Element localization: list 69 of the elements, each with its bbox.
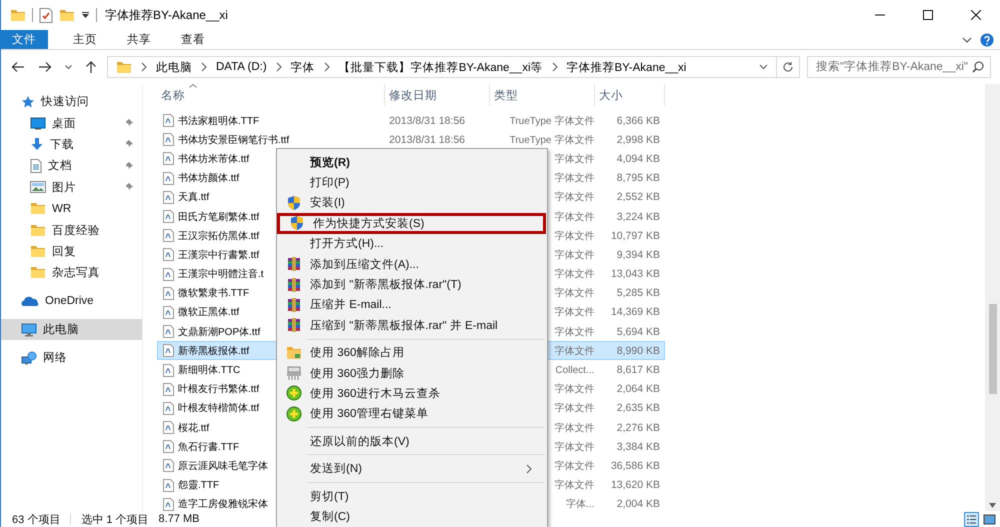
file-type: 字体文件 [554,307,594,318]
modified-date: 2013/8/31 18:56 [389,134,465,146]
file-name: 书体坊颜体.ttf [178,172,240,186]
file-name: 新蒂黑板报体.ttf [178,344,250,358]
file-size: 3,224 KB [616,210,660,223]
file-type: 字体文件 [554,230,594,242]
file-size: 8,795 KB [616,172,660,184]
file-type: 字体文件 [554,192,594,204]
file-type: 字体文件 [554,480,594,492]
file-size: 2,276 KB [616,422,660,434]
file-size: 13,043 KB [610,268,660,280]
file-size: 8,617 KB [616,364,660,376]
file-size: 3,384 KB [616,440,660,453]
file-type: 字体文件 [554,384,594,396]
file-name: 田氏方笔刷繁体.ttf [178,210,260,224]
file-name: 书法家粗明体.TTF [178,114,260,128]
file-size: 2,004 KB [616,498,660,510]
file-size: 14,369 KB [610,306,660,318]
file-type: 字体文件 [554,288,594,300]
file-name: 王漢宗中行書繁.ttf [178,248,260,262]
window-title: 字体推荐BY-Akane__xi [105,6,228,24]
file-size: 2,064 KB [616,383,660,396]
file-size: 8,990 KB [616,344,660,357]
file-size: 2,998 KB [616,134,660,146]
file-type: Collect... [555,364,594,376]
file-size: 2,552 KB [616,191,660,204]
file-type: 字体文件 [554,173,594,184]
file-size: 36,586 KB [610,460,660,472]
file-type: 字体文件 [554,346,594,357]
file-name: 文鼎新潮POP体.ttf [178,326,260,339]
file-name: 王漢宗中明體注音.t [178,268,264,282]
file-name: 微软正黑体.ttf [178,306,240,320]
file-type: 字体文件 [554,326,594,338]
modified-date: 2013/8/31 18:56 [389,114,465,127]
file-name: 书体坊米芾体.ttf [178,152,250,166]
file-type: 字体文件 [554,403,594,414]
file-type: 字体... [566,499,594,510]
file-name: 桜花.ttf [178,422,210,435]
file-size: 13,620 KB [610,479,660,492]
file-name: 微软繁隶书.TTF [178,286,250,300]
file-name: 叶根友特楷简体.ttf [178,402,260,416]
file-type: 字体文件 [554,269,594,280]
file-size: 10,797 KB [610,230,660,242]
file-name: 新细明体.TTC [178,364,240,378]
file-name: 天真.ttf [178,190,210,204]
file-name: 王汉宗拓仿黑体.ttf [178,230,260,243]
file-size: 5,694 KB [616,326,660,338]
file-type: 字体文件 [554,154,594,165]
file-size: 2,635 KB [616,402,660,414]
file-name: 怨靈.TTF [178,479,220,492]
file-name: 原云涯风味毛笔字体 [178,460,268,473]
selection-size: 8.77 MB [158,513,200,525]
file-type: 字体文件 [554,460,594,472]
file-name: 书体坊安景臣钢笔行书.ttf [178,134,290,147]
file-type: TrueType 字体文件 [510,116,594,127]
file-type: TrueType 字体文件 [510,134,594,146]
file-type: 字体文件 [554,250,594,261]
file-size: 5,285 KB [616,287,660,300]
file-size: 6,366 KB [616,114,660,127]
file-name: 叶根友行书繁体.ttf [178,382,260,396]
item-count: 63 个项目 [12,512,60,526]
file-type: 字体文件 [554,442,594,453]
file-type: 字体文件 [554,212,594,223]
file-size: 9,394 KB [616,248,660,261]
file-type: 字体文件 [554,422,594,434]
selection-count: 选中 1 个项目 [81,512,149,526]
file-name: 魚石行書.TTF [178,440,240,454]
file-size: 4,094 KB [616,152,660,165]
file-name: 造字工房俊雅锐宋体 [178,498,268,511]
